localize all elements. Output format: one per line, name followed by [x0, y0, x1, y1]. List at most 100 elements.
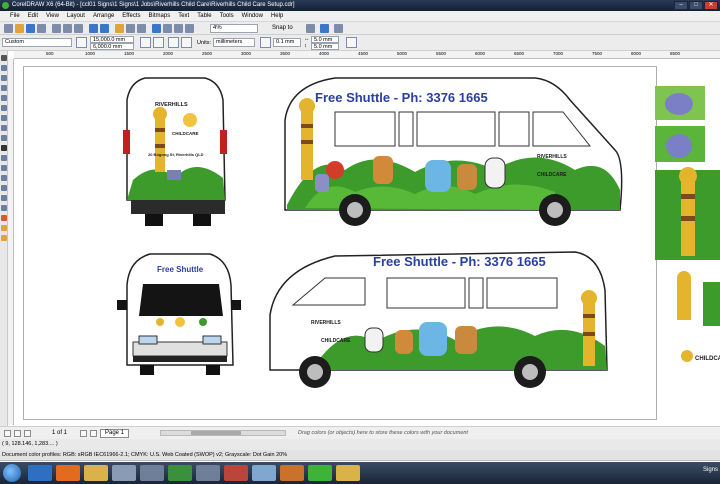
smart-fill-tool-icon[interactable]	[1, 105, 7, 111]
import-icon[interactable]	[126, 24, 135, 33]
menu-file[interactable]: File	[10, 13, 20, 19]
dimension-tool-icon[interactable]	[1, 165, 7, 171]
van-rear-view[interactable]: RIVERHILLS CHILDCARE 20 Bogong St, River…	[123, 77, 227, 226]
treat-as-filled-icon[interactable]	[346, 37, 357, 48]
app-taskbar-icon-3[interactable]	[196, 465, 220, 481]
media-taskbar-icon[interactable]	[112, 465, 136, 481]
all-pages-icon[interactable]	[168, 37, 179, 48]
redo-icon[interactable]	[100, 24, 109, 33]
first-page-button[interactable]	[4, 430, 11, 437]
search-content-icon[interactable]	[115, 24, 124, 33]
full-screen-icon[interactable]	[174, 24, 183, 33]
menu-view[interactable]: View	[46, 13, 59, 19]
units-dropdown[interactable]: millimeters	[213, 38, 255, 47]
app-taskbar-icon-5[interactable]	[252, 465, 276, 481]
next-page-button[interactable]	[80, 430, 87, 437]
menu-edit[interactable]: Edit	[28, 13, 38, 19]
shape-tool-icon[interactable]	[1, 65, 7, 71]
copy-icon[interactable]	[63, 24, 72, 33]
app-taskbar-icon-4[interactable]	[224, 465, 248, 481]
van-side-view-top[interactable]: Free Shuttle - Ph: 3376 1665 RIVERHILLS …	[284, 77, 623, 226]
zoom-level-dropdown[interactable]: 4%	[210, 24, 258, 33]
polygon-tool-icon[interactable]	[1, 135, 7, 141]
van-side-view-bottom[interactable]: Free Shuttle - Ph: 3376 1665 RIVERHILLS …	[269, 251, 608, 388]
van-front-view[interactable]: Free Shuttle	[117, 253, 241, 375]
menu-table[interactable]: Table	[197, 13, 211, 19]
undo-icon[interactable]	[89, 24, 98, 33]
loose-artwork[interactable]: CHILDCARE	[655, 86, 720, 362]
export-icon[interactable]	[137, 24, 146, 33]
table-tool-icon[interactable]	[1, 155, 7, 161]
ie-taskbar-icon[interactable]	[28, 465, 52, 481]
open-icon[interactable]	[15, 24, 24, 33]
start-button[interactable]	[3, 464, 21, 482]
menu-layout[interactable]: Layout	[67, 13, 85, 19]
app-taskbar-icon-6[interactable]	[280, 465, 304, 481]
interactive-fill-tool-icon[interactable]	[1, 225, 7, 231]
snap-options-icon[interactable]	[306, 24, 315, 33]
freehand-tool-icon[interactable]	[1, 95, 7, 101]
connector-tool-icon[interactable]	[1, 175, 7, 181]
page-height-field[interactable]: 6,000.0 mm	[90, 43, 134, 50]
rectangle-tool-icon[interactable]	[1, 115, 7, 121]
coreldraw-taskbar-icon[interactable]	[308, 465, 332, 481]
crop-tool-icon[interactable]	[1, 75, 7, 81]
eyedropper-tool-icon[interactable]	[1, 195, 7, 201]
horizontal-scrollbar[interactable]	[160, 430, 286, 436]
outline-tool-icon[interactable]	[1, 205, 7, 211]
nudge-distance-field[interactable]: 0.1 mm	[273, 38, 301, 47]
scrollbar-thumb[interactable]	[191, 431, 241, 435]
pick-tool-icon[interactable]	[1, 55, 7, 61]
title-bar: CorelDRAW X6 (64-Bit) - [ccl01 Signs\1 S…	[0, 0, 720, 11]
vertical-ruler[interactable]	[8, 59, 14, 425]
application-launcher-icon[interactable]	[334, 24, 343, 33]
explorer-taskbar-icon[interactable]	[84, 465, 108, 481]
duplicate-y-field[interactable]: 5.0 mm	[311, 43, 339, 50]
horizontal-ruler[interactable]: 500 1000 1500 2000 2500 3000 3500 4000 4500 5000 5…	[14, 51, 720, 59]
menu-arrange[interactable]: Arrange	[93, 13, 114, 19]
fill-tool-icon[interactable]	[1, 215, 7, 221]
add-page-button[interactable]	[24, 430, 31, 437]
chrome-taskbar-icon[interactable]	[336, 465, 360, 481]
text-tool-icon[interactable]	[1, 145, 7, 151]
firefox-taskbar-icon[interactable]	[56, 465, 80, 481]
color-profile-status[interactable]: Document color profiles: RGB: sRGB IEC61…	[0, 450, 720, 461]
menu-window[interactable]: Window	[242, 13, 263, 19]
app-taskbar-icon-1[interactable]	[140, 465, 164, 481]
new-document-icon[interactable]	[4, 24, 13, 33]
last-page-button[interactable]	[90, 430, 97, 437]
cut-icon[interactable]	[52, 24, 61, 33]
drawing-canvas[interactable]: RIVERHILLS CHILDCARE 20 Bogong St, River…	[15, 60, 720, 426]
side-bottom-shuttle-text: Free Shuttle - Ph: 3376 1665	[373, 254, 546, 269]
previous-page-button[interactable]	[14, 430, 21, 437]
app-taskbar-icon-2[interactable]	[168, 465, 192, 481]
menu-tools[interactable]: Tools	[220, 13, 234, 19]
blend-tool-icon[interactable]	[1, 185, 7, 191]
save-icon[interactable]	[26, 24, 35, 33]
page-tab[interactable]: Page 1	[100, 429, 130, 438]
welcome-screen-icon[interactable]	[185, 24, 194, 33]
maximize-button[interactable]: □	[689, 1, 703, 10]
zoom-tool-icon-left[interactable]	[1, 85, 7, 91]
print-icon[interactable]	[37, 24, 46, 33]
zoom-tool-icon[interactable]	[163, 24, 172, 33]
page-preset-dropdown[interactable]: Custom	[2, 38, 72, 47]
portrait-icon[interactable]	[140, 37, 151, 48]
menu-text[interactable]: Text	[178, 13, 189, 19]
close-button[interactable]: ✕	[704, 1, 718, 10]
ellipse-tool-icon[interactable]	[1, 125, 7, 131]
current-page-icon[interactable]	[181, 37, 192, 48]
rear-brand-bottom-text: CHILDCARE	[172, 131, 199, 136]
landscape-icon[interactable]	[153, 37, 164, 48]
paste-icon[interactable]	[74, 24, 83, 33]
menu-help[interactable]: Help	[271, 13, 283, 19]
menu-effects[interactable]: Effects	[122, 13, 140, 19]
options-icon[interactable]	[320, 24, 329, 33]
page-width-field[interactable]: 15,000.0 mm	[90, 36, 134, 43]
smart-drawing-tool-icon[interactable]	[1, 235, 7, 241]
minimize-button[interactable]: –	[674, 1, 688, 10]
menu-bitmaps[interactable]: Bitmaps	[149, 13, 171, 19]
snap-to-dropdown[interactable]: Snap to	[272, 24, 293, 33]
duplicate-x-field[interactable]: 5.0 mm	[311, 36, 339, 43]
publish-pdf-icon[interactable]	[152, 24, 161, 33]
